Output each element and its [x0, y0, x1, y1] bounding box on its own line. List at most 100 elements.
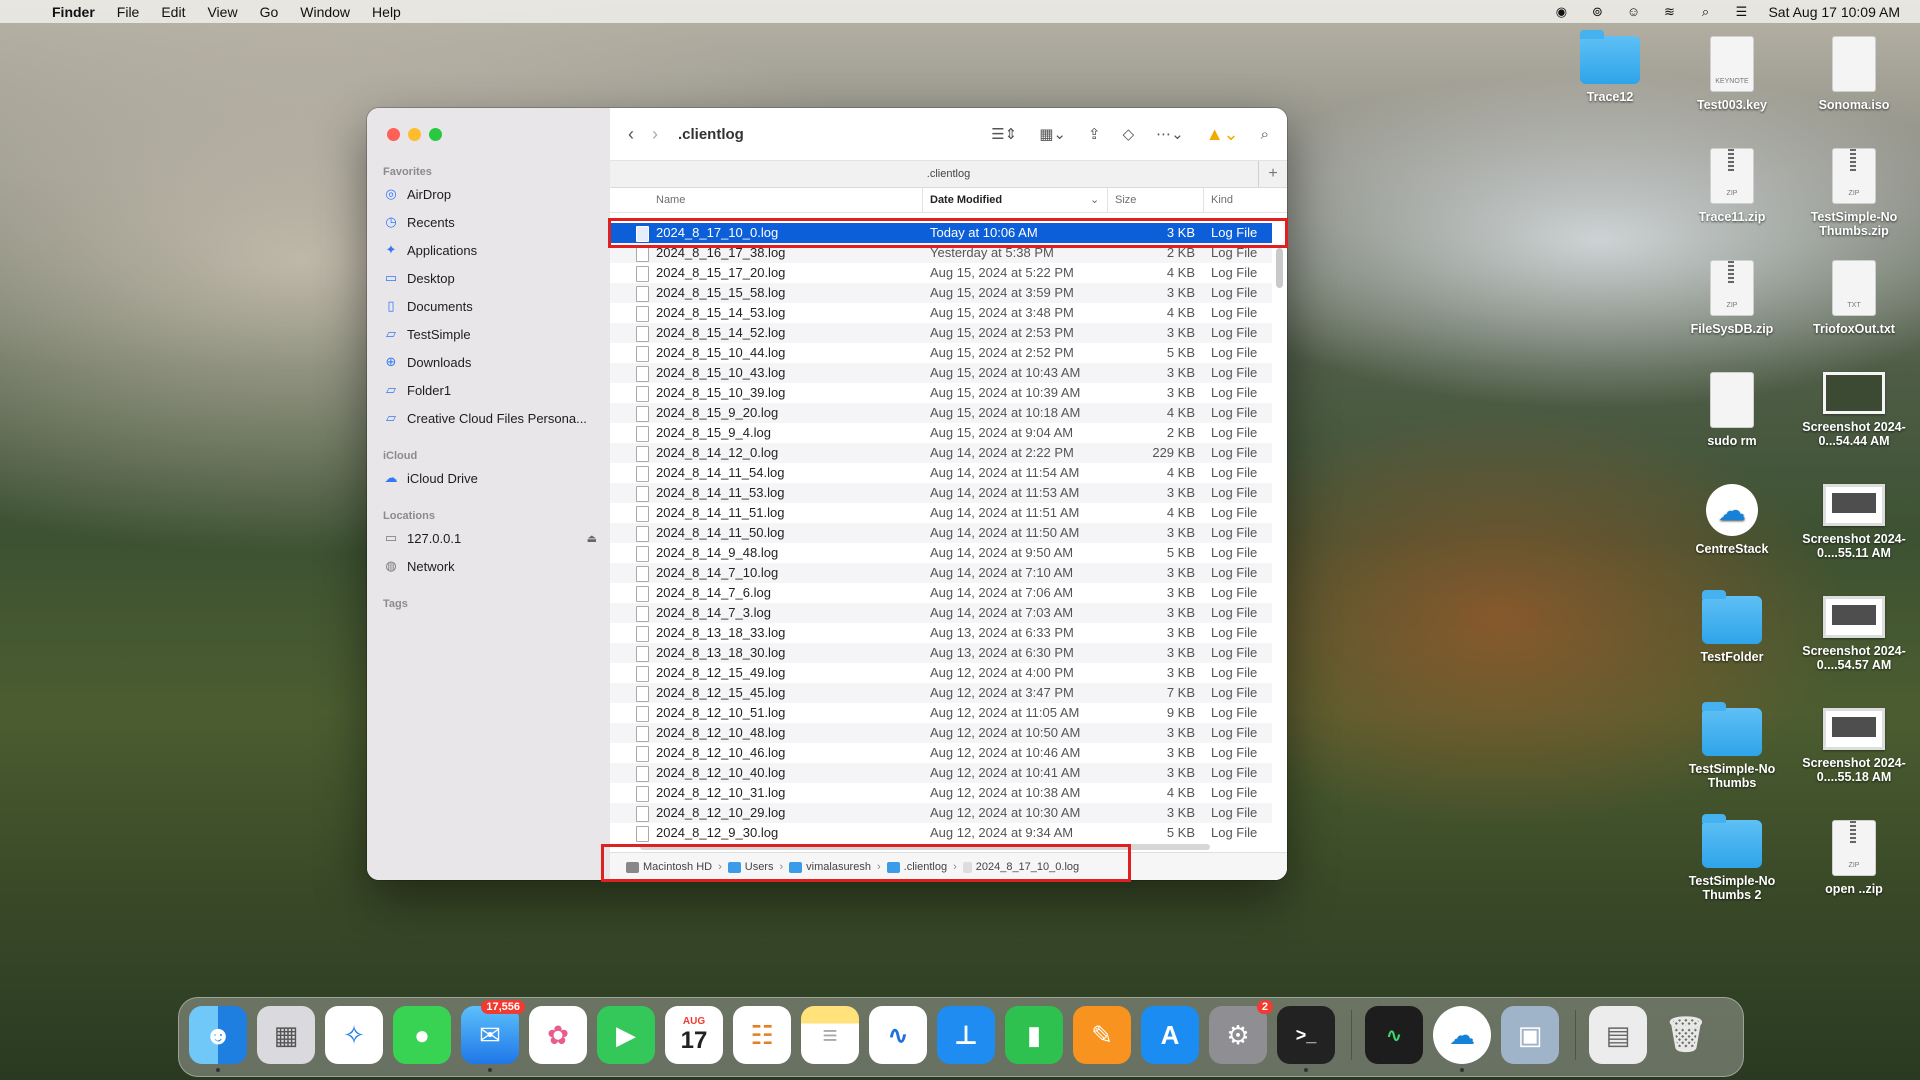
dock-terminal[interactable]: >_: [1277, 1006, 1335, 1072]
column-size[interactable]: Size: [1115, 188, 1136, 212]
column-date-modified[interactable]: Date Modified ⌄: [930, 188, 1099, 212]
file-row[interactable]: 2024_8_15_14_52.log Aug 15, 2024 at 2:53 …: [610, 323, 1272, 343]
dock-numbers[interactable]: ▮: [1005, 1006, 1063, 1064]
dock-app-store[interactable]: A: [1141, 1006, 1199, 1064]
sidebar-item-creative-cloud[interactable]: ▱ Creative Cloud Files Persona...: [383, 406, 605, 430]
desktop-icon-centrestack[interactable]: ☁ CentreStack: [1677, 484, 1787, 556]
creative-cloud-icon[interactable]: ⊚: [1588, 4, 1606, 19]
desktop-icon-test003-key[interactable]: KEYNOTE Test003.key: [1677, 36, 1787, 112]
file-row[interactable]: 2024_8_14_12_0.log Aug 14, 2024 at 2:22 P…: [610, 443, 1272, 463]
dock-mail[interactable]: ✉ 17,556: [461, 1000, 525, 1072]
sidebar-item-server[interactable]: ▭ 127.0.0.1 ⏏: [383, 526, 605, 550]
dock-pages[interactable]: ✎: [1073, 1006, 1131, 1064]
file-row[interactable]: 2024_8_15_14_53.log Aug 15, 2024 at 3:48 …: [610, 303, 1272, 323]
file-row[interactable]: 2024_8_13_18_30.log Aug 13, 2024 at 6:30 …: [610, 643, 1272, 663]
dock-safari[interactable]: ✧: [325, 1006, 383, 1064]
dock-keynote[interactable]: ⊥: [937, 1006, 995, 1064]
desktop-icon-filesysdb-zip[interactable]: ZIP FileSysDB.zip: [1677, 260, 1787, 336]
sidebar-item-airdrop[interactable]: ◎ AirDrop: [383, 182, 605, 206]
desktop-icon-testfolder[interactable]: TestFolder: [1677, 590, 1787, 664]
more-actions-icon[interactable]: ⋯⌄: [1156, 125, 1184, 143]
menu-edit[interactable]: Edit: [161, 4, 185, 20]
file-row[interactable]: 2024_8_14_9_48.log Aug 14, 2024 at 9:50 A…: [610, 543, 1272, 563]
menu-file[interactable]: File: [117, 4, 140, 20]
dock-preview[interactable]: ▣: [1501, 1006, 1559, 1064]
tab-clientlog[interactable]: .clientlog: [927, 168, 970, 180]
file-row[interactable]: 2024_8_14_11_54.log Aug 14, 2024 at 11:54…: [610, 463, 1272, 483]
desktop-icon-testsimple-nothumbs-2[interactable]: TestSimple-No Thumbs 2: [1677, 814, 1787, 902]
sidebar-item-desktop[interactable]: ▭ Desktop: [383, 266, 605, 290]
file-row[interactable]: 2024_8_12_10_31.log Aug 12, 2024 at 10:38…: [610, 783, 1272, 803]
vertical-scrollbar[interactable]: [1276, 218, 1283, 808]
file-row[interactable]: 2024_8_12_15_45.log Aug 12, 2024 at 3:47 …: [610, 683, 1272, 703]
file-row[interactable]: 2024_8_12_10_51.log Aug 12, 2024 at 11:05…: [610, 703, 1272, 723]
dock-trash[interactable]: 🗑: [1657, 1006, 1715, 1064]
dock-centrestack[interactable]: ☁: [1433, 1006, 1491, 1072]
scroll-thumb[interactable]: [1276, 248, 1283, 288]
file-row[interactable]: 2024_8_14_11_53.log Aug 14, 2024 at 11:53…: [610, 483, 1272, 503]
sidebar-item-downloads[interactable]: ⊕ Downloads: [383, 350, 605, 374]
menu-help[interactable]: Help: [372, 4, 401, 20]
sidebar-item-applications[interactable]: ✦ Applications: [383, 238, 605, 262]
file-row[interactable]: 2024_8_14_7_6.log Aug 14, 2024 at 7:06 AM…: [610, 583, 1272, 603]
dock-photos[interactable]: ✿: [529, 1006, 587, 1064]
file-row[interactable]: 2024_8_12_10_40.log Aug 12, 2024 at 10:41…: [610, 763, 1272, 783]
tag-icon[interactable]: ◇: [1123, 125, 1135, 143]
file-row[interactable]: 2024_8_12_10_29.log Aug 12, 2024 at 10:30…: [610, 803, 1272, 823]
close-window-button[interactable]: [387, 128, 400, 141]
menu-view[interactable]: View: [207, 4, 237, 20]
file-row[interactable]: 2024_8_12_10_48.log Aug 12, 2024 at 10:50…: [610, 723, 1272, 743]
search-icon[interactable]: ⌕: [1261, 126, 1269, 143]
control-center-icon[interactable]: ☰: [1732, 4, 1750, 19]
wifi-icon[interactable]: ≋: [1660, 4, 1678, 19]
desktop-icon-screenshot-4[interactable]: Screenshot 2024-0....55.18 AM: [1799, 708, 1909, 784]
desktop-icon-triofoxout-txt[interactable]: TXT TriofoxOut.txt: [1799, 260, 1909, 336]
dock-messages[interactable]: ●: [393, 1006, 451, 1064]
sidebar-item-recents[interactable]: ◷ Recents: [383, 210, 605, 234]
file-row[interactable]: 2024_8_15_15_58.log Aug 15, 2024 at 3:59 …: [610, 283, 1272, 303]
sidebar-item-folder1[interactable]: ▱ Folder1: [383, 378, 605, 402]
list-view-icon[interactable]: ☰⇕: [991, 125, 1017, 143]
desktop-icon-trace11-zip[interactable]: ZIP Trace11.zip: [1677, 148, 1787, 224]
back-button[interactable]: ‹: [628, 124, 634, 145]
file-row[interactable]: 2024_8_15_9_20.log Aug 15, 2024 at 10:18 …: [610, 403, 1272, 423]
file-row[interactable]: 2024_8_15_10_44.log Aug 15, 2024 at 2:52 …: [610, 343, 1272, 363]
desktop-icon-screenshot-2[interactable]: Screenshot 2024-0....55.11 AM: [1799, 484, 1909, 560]
desktop-icon-screenshot-3[interactable]: Screenshot 2024-0....54.57 AM: [1799, 596, 1909, 672]
file-row[interactable]: 2024_8_14_7_10.log Aug 14, 2024 at 7:10 A…: [610, 563, 1272, 583]
dock-launchpad[interactable]: ▦: [257, 1006, 315, 1064]
file-row[interactable]: 2024_8_14_7_3.log Aug 14, 2024 at 7:03 AM…: [610, 603, 1272, 623]
file-row[interactable]: 2024_8_15_17_20.log Aug 15, 2024 at 5:22 …: [610, 263, 1272, 283]
file-row[interactable]: 2024_8_15_10_39.log Aug 15, 2024 at 10:39…: [610, 383, 1272, 403]
forward-button[interactable]: ›: [652, 124, 658, 145]
dock-activity-monitor[interactable]: ∿: [1365, 1006, 1423, 1064]
zoom-window-button[interactable]: [429, 128, 442, 141]
warning-icon[interactable]: ▲⌄: [1206, 124, 1239, 145]
menu-clock[interactable]: Sat Aug 17 10:09 AM: [1768, 4, 1900, 20]
desktop-icon-screenshot-1[interactable]: Screenshot 2024-0...54.44 AM: [1799, 372, 1909, 448]
sidebar-item-network[interactable]: ◍ Network: [383, 554, 605, 578]
file-row[interactable]: 2024_8_15_9_4.log Aug 15, 2024 at 9:04 AM…: [610, 423, 1272, 443]
desktop-icon-open-zip[interactable]: ZIP open ..zip: [1799, 820, 1909, 896]
menu-app-finder[interactable]: Finder: [52, 4, 95, 20]
menu-go[interactable]: Go: [260, 4, 279, 20]
file-row[interactable]: 2024_8_15_10_43.log Aug 15, 2024 at 10:43…: [610, 363, 1272, 383]
dock-facetime[interactable]: ▶: [597, 1006, 655, 1064]
user-icon[interactable]: ☺: [1624, 4, 1642, 19]
status-app-icon[interactable]: ◉: [1552, 4, 1570, 19]
share-icon[interactable]: ⇪: [1088, 125, 1101, 143]
menu-window[interactable]: Window: [300, 4, 350, 20]
file-row[interactable]: 2024_8_14_11_51.log Aug 14, 2024 at 11:51…: [610, 503, 1272, 523]
sidebar-item-icloud-drive[interactable]: ☁ iCloud Drive: [383, 466, 605, 490]
dock-finder[interactable]: ☻: [189, 1006, 247, 1072]
eject-icon[interactable]: ⏏: [587, 532, 597, 545]
dock-downloads-stack[interactable]: ▤: [1589, 1006, 1647, 1064]
desktop-icon-trace12[interactable]: Trace12: [1555, 30, 1665, 104]
file-row[interactable]: 2024_8_14_11_50.log Aug 14, 2024 at 11:50…: [610, 523, 1272, 543]
dock-notes[interactable]: ≡: [801, 1006, 859, 1064]
desktop-icon-testsimple-nothumbs-zip[interactable]: ZIP TestSimple-No Thumbs.zip: [1799, 148, 1909, 238]
group-view-icon[interactable]: ▦⌄: [1039, 125, 1066, 143]
dock-freeform[interactable]: ∿: [869, 1006, 927, 1064]
minimize-window-button[interactable]: [408, 128, 421, 141]
column-kind[interactable]: Kind: [1211, 188, 1233, 212]
